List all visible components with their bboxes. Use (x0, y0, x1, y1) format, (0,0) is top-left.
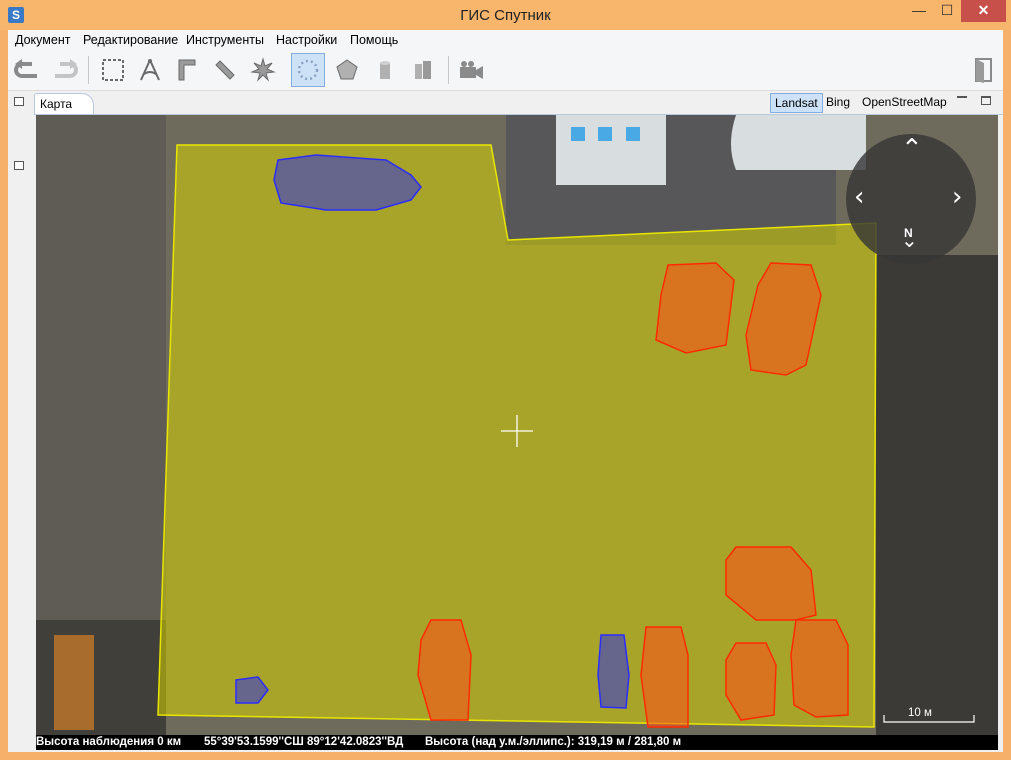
ruler-icon (215, 60, 235, 80)
toolbar-separator (448, 56, 449, 84)
minimize-button[interactable]: — (905, 0, 933, 22)
menu-help[interactable]: Помощь (350, 33, 398, 47)
map-viewport[interactable]: ⌃ ‹ › N ⌄ 10 м (36, 115, 998, 735)
client-area: Документ Редактирование Инструменты Наст… (8, 30, 1003, 752)
panel-minimize-icon[interactable] (957, 96, 967, 105)
app-window: S ГИС Спутник — ☐ ✕ Документ Редактирова… (0, 0, 1011, 760)
document-tab-bar: Карта Landsat Bing OpenStreetMap (34, 91, 1003, 115)
restore-panel-icon[interactable] (14, 97, 24, 106)
double-cylinder-icon (415, 61, 431, 79)
cylinder-icon (380, 61, 390, 79)
pan-down-icon[interactable]: ⌄ (901, 228, 918, 252)
vehicle-object[interactable] (790, 619, 849, 718)
vehicle-object[interactable] (725, 642, 777, 721)
menu-settings[interactable]: Настройки (276, 33, 337, 47)
redo-button[interactable] (48, 53, 82, 87)
toolbar-separator (88, 56, 89, 84)
maximize-button[interactable]: ☐ (933, 0, 961, 22)
compass-icon (140, 59, 160, 81)
side-panel-strip (8, 91, 34, 752)
restore-panel-icon[interactable] (14, 161, 24, 170)
video-camera-button[interactable] (454, 53, 488, 87)
status-coordinates: 55°39'53.1599''СШ 89°12'42.0823''ВД (204, 736, 404, 748)
pan-up-icon[interactable]: ⌃ (901, 134, 923, 164)
vehicle-object[interactable] (655, 262, 735, 354)
layer-landsat-button[interactable]: Landsat (770, 93, 823, 113)
panel-maximize-icon[interactable] (981, 96, 991, 105)
polygon-icon (336, 59, 358, 80)
window-title: ГИС Спутник (460, 7, 551, 24)
vehicle-object[interactable] (640, 626, 689, 728)
menu-document[interactable]: Документ (15, 33, 70, 47)
scale-bar: 10 м (882, 707, 976, 723)
point-circle-icon (297, 59, 319, 81)
undo-icon (14, 59, 37, 78)
exit-door-icon (975, 58, 992, 83)
star-burst-icon (250, 57, 276, 82)
corner-ruler-icon (178, 59, 196, 81)
status-elevation: Высота (над у.м./эллипс.): 319,19 м / 28… (425, 736, 682, 748)
status-view-height: Высота наблюдения 0 км (36, 736, 182, 748)
double-cylinder-button[interactable] (406, 53, 440, 87)
menu-bar: Документ Редактирование Инструменты Наст… (8, 30, 1003, 50)
corner-ruler-button[interactable] (170, 53, 204, 87)
exit-button[interactable] (966, 53, 1000, 87)
title-bar: S ГИС Спутник — ☐ ✕ (0, 0, 1011, 30)
select-rectangle-button[interactable] (96, 53, 130, 87)
compass-button[interactable] (133, 53, 167, 87)
tab-map[interactable]: Карта (34, 93, 94, 114)
layer-bing-button[interactable]: Bing (822, 93, 854, 113)
cylinder-button[interactable] (368, 53, 402, 87)
redo-icon (55, 59, 78, 78)
video-camera-icon (460, 61, 483, 79)
pan-left-icon[interactable]: ‹ (854, 182, 864, 212)
star-burst-button[interactable] (246, 53, 280, 87)
point-circle-button[interactable] (291, 53, 325, 87)
scale-ruler-icon (883, 715, 975, 723)
menu-edit[interactable]: Редактирование (83, 33, 178, 47)
undo-button[interactable] (10, 53, 44, 87)
close-button[interactable]: ✕ (961, 0, 1006, 22)
polygon-button[interactable] (330, 53, 364, 87)
status-bar: Высота наблюдения 0 км 55°39'53.1599''СШ… (36, 735, 998, 750)
ruler-button[interactable] (208, 53, 242, 87)
select-rectangle-icon (102, 59, 124, 81)
toolbar (8, 50, 1003, 91)
pan-right-icon[interactable]: › (952, 182, 962, 212)
map-navigator: ⌃ ‹ › N ⌄ (846, 134, 976, 264)
menu-tools[interactable]: Инструменты (186, 33, 264, 47)
vehicle-object[interactable] (417, 619, 472, 721)
blue-object[interactable] (597, 634, 630, 709)
layer-osm-button[interactable]: OpenStreetMap (858, 93, 951, 113)
